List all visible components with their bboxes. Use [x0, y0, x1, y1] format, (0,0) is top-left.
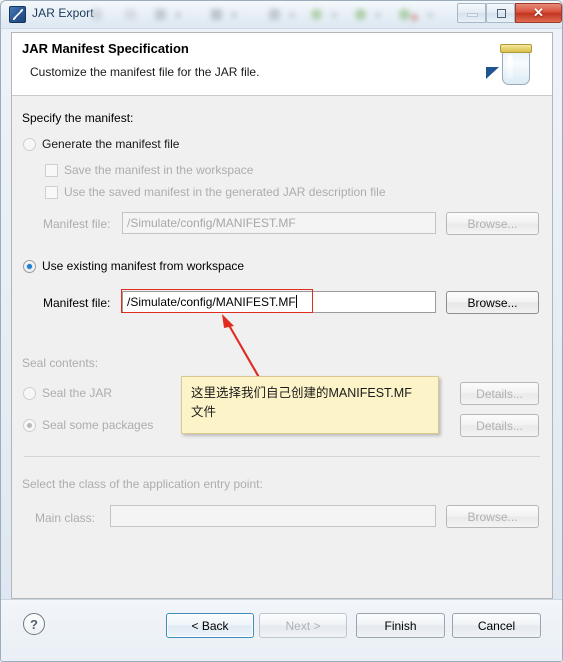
radio-generate-manifest-label: Generate the manifest file	[42, 137, 180, 151]
minimize-button[interactable]	[457, 3, 486, 23]
window-frame: JAR Export ✕ JAR Manifest Specification …	[0, 0, 563, 662]
section-divider	[24, 456, 540, 457]
close-icon: ✕	[533, 4, 544, 20]
generate-manifest-browse-button[interactable]: Browse...	[446, 212, 539, 235]
checkbox-use-saved-manifest-label: Use the saved manifest in the generated …	[64, 185, 386, 199]
cancel-button[interactable]: Cancel	[452, 613, 541, 638]
generate-manifest-file-input[interactable]: /Simulate/config/MANIFEST.MF	[122, 212, 436, 234]
radio-seal-some-packages-label: Seal some packages	[42, 418, 154, 432]
radio-use-existing-manifest[interactable]: Use existing manifest from workspace	[23, 259, 244, 273]
next-button[interactable]: Next >	[259, 613, 347, 638]
existing-manifest-file-label: Manifest file:	[43, 296, 111, 310]
maximize-button[interactable]	[486, 3, 515, 23]
annotation-highlight-rect	[121, 289, 313, 313]
annotation-callout: 这里选择我们自己创建的MANIFEST.MF 文件	[181, 376, 439, 434]
jar-bottle-icon	[484, 37, 540, 93]
wizard-body: Specify the manifest: Generate the manif…	[11, 95, 553, 599]
existing-manifest-browse-button[interactable]: Browse...	[446, 291, 539, 314]
radio-generate-manifest-indicator	[23, 137, 36, 151]
wizard-header: JAR Manifest Specification Customize the…	[11, 32, 553, 95]
radio-seal-some-packages-indicator	[23, 418, 36, 432]
checkbox-save-manifest-workspace[interactable]: Save the manifest in the workspace	[45, 163, 253, 177]
back-button[interactable]: < Back	[166, 613, 254, 638]
page-subtitle: Customize the manifest file for the JAR …	[30, 65, 260, 79]
checkbox-use-saved-manifest-box	[45, 185, 58, 199]
radio-seal-jar[interactable]: Seal the JAR	[23, 386, 112, 400]
jar-export-icon	[9, 6, 26, 23]
page-title: JAR Manifest Specification	[22, 41, 189, 56]
radio-seal-jar-label: Seal the JAR	[42, 386, 113, 400]
seal-jar-details-button[interactable]: Details...	[460, 382, 539, 405]
radio-seal-jar-indicator	[23, 386, 36, 400]
main-class-label: Main class:	[35, 511, 96, 525]
seal-packages-details-button[interactable]: Details...	[460, 414, 539, 437]
close-button[interactable]: ✕	[515, 3, 562, 23]
background-toolbar-ghost	[89, 3, 449, 27]
radio-generate-manifest[interactable]: Generate the manifest file	[23, 137, 179, 151]
finish-button[interactable]: Finish	[356, 613, 445, 638]
help-icon[interactable]: ?	[23, 613, 45, 635]
window-controls: ✕	[457, 3, 562, 24]
main-class-browse-button[interactable]: Browse...	[446, 505, 539, 528]
specify-manifest-label: Specify the manifest:	[22, 111, 134, 125]
radio-use-existing-manifest-label: Use existing manifest from workspace	[42, 259, 245, 273]
checkbox-use-saved-manifest[interactable]: Use the saved manifest in the generated …	[45, 185, 386, 199]
entry-point-label: Select the class of the application entr…	[22, 477, 263, 491]
jar-export-dialog: JAR Export ✕ JAR Manifest Specification …	[0, 0, 563, 662]
generate-manifest-file-label: Manifest file:	[43, 217, 111, 231]
checkbox-save-manifest-workspace-box	[45, 163, 58, 177]
checkbox-save-manifest-workspace-label: Save the manifest in the workspace	[64, 163, 254, 177]
annotation-line-2: 文件	[191, 405, 217, 419]
main-class-input[interactable]	[110, 505, 436, 527]
radio-seal-some-packages[interactable]: Seal some packages	[23, 418, 153, 432]
title-bar: JAR Export ✕	[1, 1, 562, 29]
radio-use-existing-manifest-indicator	[23, 259, 36, 273]
seal-contents-label: Seal contents:	[22, 356, 99, 370]
annotation-line-1: 这里选择我们自己创建的MANIFEST.MF	[191, 386, 412, 400]
window-title: JAR Export	[32, 6, 94, 20]
